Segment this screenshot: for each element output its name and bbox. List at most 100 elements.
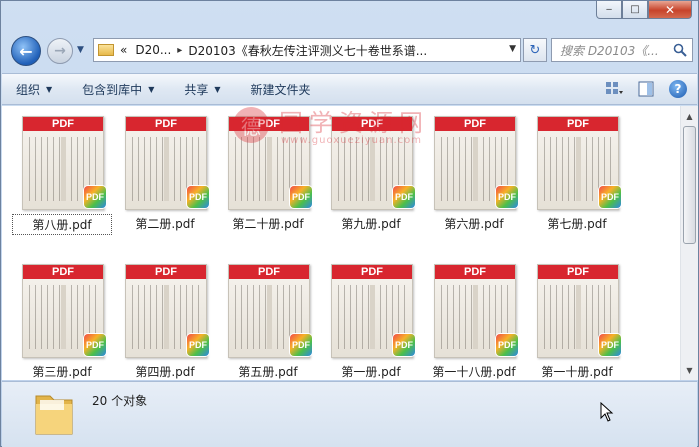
chevron-down-icon: ▼ bbox=[148, 84, 155, 94]
address-bar[interactable]: « D20... ▸ D20103《春秋左传注评测义七十卷世系谱... ▼ bbox=[93, 38, 521, 62]
page-gutter bbox=[576, 137, 581, 201]
caption-buttons: ‒ □ ✕ bbox=[596, 1, 692, 19]
back-button[interactable]: ← bbox=[11, 36, 41, 66]
pdf-banner: PDF bbox=[332, 265, 412, 279]
address-overflow-chevron[interactable]: « bbox=[120, 43, 127, 57]
file-name-label: 第八册.pdf bbox=[12, 214, 112, 235]
pdf-app-icon: PDF bbox=[393, 186, 415, 208]
file-name-label: 第四册.pdf bbox=[135, 365, 195, 379]
help-button[interactable]: ? bbox=[669, 80, 687, 98]
explorer-window: ‒ □ ✕ ← → ▼ « D20... ▸ D20103《春秋左传注评测义七十… bbox=[0, 0, 699, 447]
file-name-label: 第九册.pdf bbox=[341, 217, 401, 231]
vertical-scrollbar[interactable]: ▲ ▼ bbox=[680, 106, 698, 380]
file-item[interactable]: PDF PDF 第八册.pdf bbox=[12, 116, 112, 236]
share-menu[interactable]: 共享 ▼ bbox=[184, 81, 220, 98]
pdf-app-icon: PDF bbox=[84, 186, 106, 208]
navigation-bar: ← → ▼ « D20... ▸ D20103《春秋左传注评测义七十卷世系谱..… bbox=[9, 35, 693, 66]
breadcrumb-segment-current[interactable]: D20103《春秋左传注评测义七十卷世系谱... bbox=[188, 42, 427, 59]
toolbar-right-group: ? bbox=[605, 80, 687, 98]
search-icon[interactable] bbox=[673, 43, 687, 57]
scroll-up-button[interactable]: ▲ bbox=[681, 108, 698, 124]
folder-icon bbox=[35, 395, 73, 435]
pdf-app-icon: PDF bbox=[496, 334, 518, 356]
pdf-banner: PDF bbox=[435, 265, 515, 279]
pdf-app-icon: PDF bbox=[187, 186, 209, 208]
view-options-icon[interactable] bbox=[605, 80, 623, 98]
mouse-cursor-icon bbox=[600, 402, 614, 422]
file-item[interactable]: PDF PDF 第五册.pdf bbox=[218, 264, 318, 380]
command-bar: 组织 ▼ 包含到库中 ▼ 共享 ▼ 新建文件夹 ? bbox=[2, 73, 697, 105]
file-name-label: 第七册.pdf bbox=[547, 217, 607, 231]
pdf-app-icon: PDF bbox=[290, 186, 312, 208]
pdf-app-icon: PDF bbox=[290, 334, 312, 356]
pdf-banner: PDF bbox=[435, 117, 515, 131]
file-item[interactable]: PDF PDF 第二十册.pdf bbox=[218, 116, 318, 236]
file-name-label: 第六册.pdf bbox=[444, 217, 504, 231]
file-item[interactable]: PDF PDF 第六册.pdf bbox=[424, 116, 524, 236]
file-item[interactable]: PDF PDF 第九册.pdf bbox=[321, 116, 421, 236]
folder-icon bbox=[98, 44, 114, 56]
page-gutter bbox=[164, 285, 169, 349]
file-name-label: 第二十册.pdf bbox=[232, 217, 304, 231]
scroll-down-button[interactable]: ▼ bbox=[681, 362, 698, 378]
pdf-app-icon: PDF bbox=[84, 334, 106, 356]
file-item[interactable]: PDF PDF 第一十八册.pdf bbox=[424, 264, 524, 380]
recent-pages-dropdown[interactable]: ▼ bbox=[77, 45, 84, 55]
share-label: 共享 bbox=[184, 82, 209, 97]
address-dropdown-icon[interactable]: ▼ bbox=[509, 44, 516, 54]
new-folder-button[interactable]: 新建文件夹 bbox=[251, 81, 311, 98]
include-library-label: 包含到库中 bbox=[82, 82, 143, 97]
file-name-label: 第三册.pdf bbox=[32, 365, 92, 379]
pdf-app-icon: PDF bbox=[187, 334, 209, 356]
page-gutter bbox=[370, 285, 375, 349]
pdf-banner: PDF bbox=[229, 265, 309, 279]
chevron-down-icon: ▼ bbox=[214, 84, 221, 94]
search-input[interactable]: 搜索 D20103《... bbox=[551, 38, 693, 62]
file-item[interactable]: PDF PDF 第二册.pdf bbox=[115, 116, 215, 236]
item-count: 20 个对象 bbox=[92, 394, 148, 408]
pdf-banner: PDF bbox=[23, 265, 103, 279]
breadcrumb-segment-parent[interactable]: D20... bbox=[135, 43, 171, 57]
organize-menu[interactable]: 组织 ▼ bbox=[16, 81, 52, 98]
preview-pane-icon[interactable] bbox=[637, 80, 655, 98]
page-gutter bbox=[164, 137, 169, 201]
file-item[interactable]: PDF PDF 第一十册.pdf bbox=[527, 264, 627, 380]
pdf-banner: PDF bbox=[126, 265, 206, 279]
pdf-banner: PDF bbox=[229, 117, 309, 131]
page-gutter bbox=[267, 137, 272, 201]
close-button[interactable]: ✕ bbox=[648, 1, 692, 19]
minimize-button[interactable]: ‒ bbox=[596, 1, 622, 19]
maximize-button[interactable]: □ bbox=[622, 1, 648, 19]
file-name-label: 第五册.pdf bbox=[238, 365, 298, 379]
include-in-library-menu[interactable]: 包含到库中 ▼ bbox=[82, 81, 154, 98]
new-folder-label: 新建文件夹 bbox=[250, 82, 311, 97]
scroll-thumb[interactable] bbox=[683, 126, 696, 244]
breadcrumb-separator-icon[interactable]: ▸ bbox=[177, 45, 182, 56]
file-name-label: 第一册.pdf bbox=[341, 365, 401, 379]
page-gutter bbox=[576, 285, 581, 349]
pdf-banner: PDF bbox=[538, 265, 618, 279]
file-name-label: 第一十八册.pdf bbox=[432, 365, 516, 379]
file-name-label: 第一十册.pdf bbox=[541, 365, 613, 379]
file-item[interactable]: PDF PDF 第三册.pdf bbox=[12, 264, 112, 380]
pdf-app-icon: PDF bbox=[599, 334, 621, 356]
pdf-banner: PDF bbox=[23, 117, 103, 131]
file-item[interactable]: PDF PDF 第四册.pdf bbox=[115, 264, 215, 380]
page-gutter bbox=[473, 285, 478, 349]
pdf-app-icon: PDF bbox=[496, 186, 518, 208]
file-list-view: PDF PDF 第八册.pdf PDF PDF 第二册.pdf PDF PDF 第二十册.pdf… bbox=[2, 106, 680, 380]
page-gutter bbox=[61, 285, 66, 349]
chevron-down-icon: ▼ bbox=[46, 84, 53, 94]
refresh-button[interactable]: ↻ bbox=[523, 38, 547, 62]
pdf-app-icon: PDF bbox=[599, 186, 621, 208]
pdf-banner: PDF bbox=[538, 117, 618, 131]
forward-button[interactable]: → bbox=[47, 38, 73, 64]
file-item[interactable]: PDF PDF 第一册.pdf bbox=[321, 264, 421, 380]
search-placeholder: 搜索 D20103《... bbox=[560, 43, 659, 58]
pdf-banner: PDF bbox=[332, 117, 412, 131]
pdf-banner: PDF bbox=[126, 117, 206, 131]
file-name-label: 第二册.pdf bbox=[135, 217, 195, 231]
pdf-app-icon: PDF bbox=[393, 334, 415, 356]
details-pane: 20 个对象 bbox=[2, 381, 697, 447]
file-item[interactable]: PDF PDF 第七册.pdf bbox=[527, 116, 627, 236]
